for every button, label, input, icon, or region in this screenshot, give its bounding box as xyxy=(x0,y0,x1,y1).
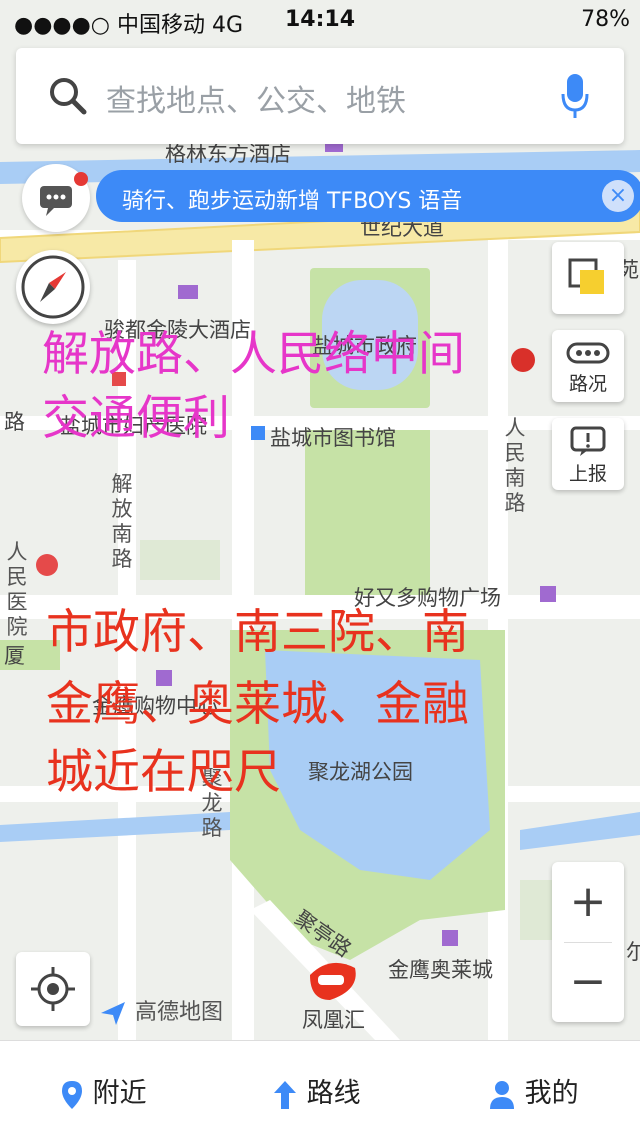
tab-nearby[interactable]: 附近 xyxy=(60,1071,147,1111)
layers-button[interactable] xyxy=(552,242,624,314)
amap-logo-icon xyxy=(101,1002,125,1025)
label-left-road: 路 xyxy=(4,410,25,434)
tab-route[interactable]: 路线 xyxy=(272,1071,361,1111)
zoom-in-button[interactable]: + xyxy=(552,862,624,942)
message-icon[interactable] xyxy=(22,164,90,232)
traffic-icon xyxy=(566,342,610,364)
label-julong-park: 聚龙湖公园 xyxy=(308,760,413,784)
label-xia: 厦 xyxy=(4,644,25,668)
overlay-red-line1: 市政府、南三院、南 xyxy=(46,605,469,660)
announcement-banner[interactable]: 骑行、跑步运动新增 TFBOYS 语音 × xyxy=(22,164,640,232)
banner-pill[interactable]: 骑行、跑步运动新增 TFBOYS 语音 × xyxy=(96,170,640,222)
locate-button[interactable] xyxy=(16,952,90,1026)
amap-logo: 高德地图 xyxy=(98,994,223,1028)
label-jinying-aolai: 金鹰奥莱城 xyxy=(388,958,493,982)
user-icon xyxy=(490,1080,514,1109)
overlay-pink-line1: 解放路、人民络中间 xyxy=(42,327,465,382)
report-label: 上报 xyxy=(568,463,607,485)
banner-close-button[interactable]: × xyxy=(602,180,634,212)
label-library: 盐城市图书馆 xyxy=(270,426,396,450)
location-pin-icon xyxy=(62,1080,82,1109)
overlay-pink-line2: 交通便利 xyxy=(42,391,230,446)
tab-route-label: 路线 xyxy=(306,1078,361,1109)
tab-nearby-label: 附近 xyxy=(92,1078,147,1109)
search-bar[interactable]: 查找地点、公交、地铁 xyxy=(16,48,624,144)
amap-logo-text: 高德地图 xyxy=(135,1000,224,1025)
status-time: 14:14 xyxy=(284,7,356,32)
report-button[interactable]: 上报 xyxy=(552,418,624,490)
tab-mine[interactable]: 我的 xyxy=(488,1071,579,1111)
label-fenghuang: 凤凰汇 xyxy=(302,1008,365,1032)
overlay-red-line3: 城近在咫尺 xyxy=(46,745,281,800)
zoom-out-button[interactable]: − xyxy=(552,942,624,1022)
label-right-edge-2: 尔 xyxy=(626,940,640,964)
zoom-divider xyxy=(564,942,612,943)
traffic-button[interactable]: 路况 xyxy=(552,330,624,402)
bottom-tab-bar: 附近 路线 我的 xyxy=(0,1040,640,1137)
report-icon xyxy=(570,426,606,456)
route-arrow-icon xyxy=(274,1080,296,1109)
battery-level: 78% xyxy=(581,7,630,32)
search-icon xyxy=(48,76,88,120)
traffic-label: 路况 xyxy=(568,373,607,395)
compass-icon xyxy=(21,255,85,319)
banner-text: 骑行、跑步运动新增 TFBOYS 语音 xyxy=(122,189,463,214)
label-jiefang-road: 解放南路 xyxy=(111,472,133,571)
notification-dot xyxy=(74,172,88,186)
zoom-controls: + − xyxy=(552,862,624,1022)
label-people-hosp: 人民医院 xyxy=(6,540,28,639)
status-bar: ●●●●○ 中国移动 4G 14:14 78% xyxy=(0,0,640,40)
layers-icon xyxy=(568,258,604,294)
tab-mine-label: 我的 xyxy=(524,1078,579,1109)
locate-icon xyxy=(31,967,75,1011)
label-renmin-road: 人民南路 xyxy=(504,416,526,515)
overlay-red-line2: 金鹰、奥莱城、金融 xyxy=(46,677,469,732)
search-input[interactable]: 查找地点、公交、地铁 xyxy=(106,76,406,120)
microphone-icon[interactable] xyxy=(560,72,590,124)
compass-button[interactable] xyxy=(16,250,90,324)
